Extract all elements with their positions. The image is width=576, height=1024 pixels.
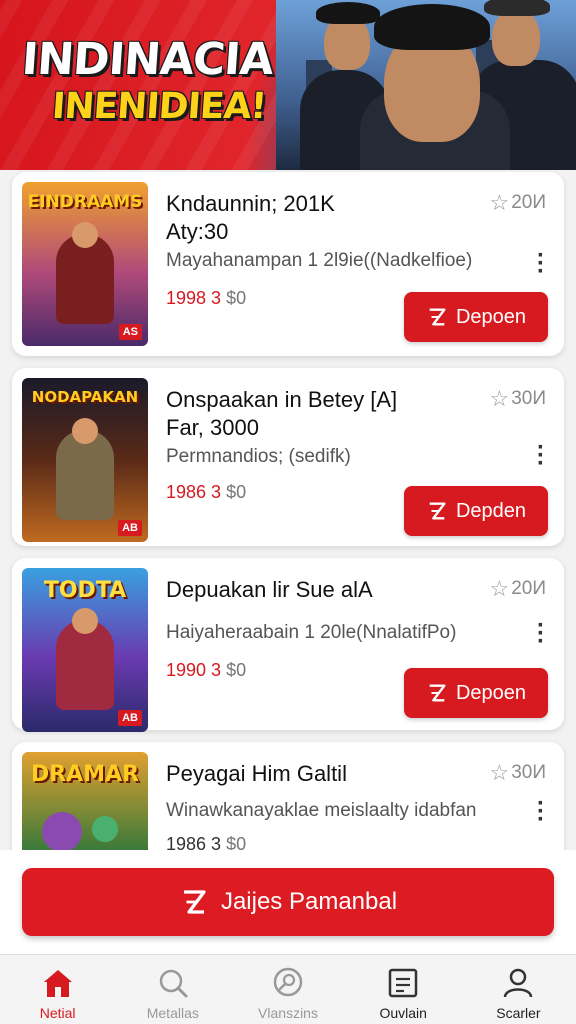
star-icon: ☆ xyxy=(489,386,510,411)
tab-label: Metallas xyxy=(146,1005,199,1021)
price: 1998 3 $0 xyxy=(166,288,246,309)
brand-logo-icon xyxy=(429,308,446,326)
banner-title: INDINACIA xyxy=(20,34,275,85)
price-gray: $0 xyxy=(226,834,247,850)
deposit-button[interactable]: Depoen xyxy=(404,292,548,342)
age-rating-badge: AB xyxy=(118,520,142,536)
bottom-tab-bar: Netial Metallas Vlanszins Ouvlain Scarle… xyxy=(0,954,576,1024)
price-red: 1998 3 xyxy=(166,288,222,308)
tab-profile[interactable]: Scarler xyxy=(461,955,576,1024)
price: 1990 3 $0 xyxy=(166,660,246,681)
age-rating-badge: AB xyxy=(118,710,142,726)
deposit-button[interactable]: Depoen xyxy=(404,668,548,718)
game-card[interactable]: DRAMAR Peyagai Him Galtil ☆ 30И Winawkan… xyxy=(12,742,564,850)
tab-label: Scarler xyxy=(496,1005,541,1021)
deposit-button[interactable]: Depden xyxy=(404,486,548,536)
star-icon: ☆ xyxy=(489,760,510,785)
thumbnail-title: TODTA xyxy=(43,578,127,603)
game-thumbnail[interactable]: DRAMAR xyxy=(22,752,148,850)
search-icon xyxy=(159,969,188,998)
price-red: 1990 3 xyxy=(166,660,222,680)
price-gray: $0 xyxy=(226,482,247,502)
price: 1986 3 $0 xyxy=(166,834,246,850)
promo-banner[interactable]: INDINACIA INENIDIEA! xyxy=(0,0,576,170)
rating: ☆ 30И xyxy=(489,760,546,786)
game-card[interactable]: EINDRAAMS AS Kndaunnin; 201K Aty:30 ☆ 20… xyxy=(12,172,564,356)
brand-logo-icon xyxy=(429,684,446,702)
thumbnail-title: EINDRAAMS xyxy=(27,192,143,212)
game-card[interactable]: NODAPAKAN AB Onspaakan in Betey [A] Far,… xyxy=(12,368,564,546)
game-subtitle: Mayahanampan 1 2l9ie((Nadkelfioe) xyxy=(166,250,473,271)
primary-action-button[interactable]: Jaijes Pamanbal xyxy=(22,868,554,936)
game-title: Kndaunnin; 201K Aty:30 xyxy=(166,191,335,244)
chat-search-icon xyxy=(273,967,303,997)
more-options-icon[interactable]: · · · xyxy=(536,244,546,284)
game-list[interactable]: EINDRAAMS AS Kndaunnin; 201K Aty:30 ☆ 20… xyxy=(0,170,576,850)
tab-orders[interactable]: Ouvlain xyxy=(346,955,461,1024)
rating-value: 30И xyxy=(511,388,546,409)
game-title: Peyagai Him Galtil xyxy=(166,761,347,786)
tab-home[interactable]: Netial xyxy=(0,955,115,1024)
tab-messages[interactable]: Vlanszins xyxy=(230,955,345,1024)
price-red: 1986 3 xyxy=(166,834,222,850)
game-thumbnail[interactable]: EINDRAAMS AS xyxy=(22,182,148,346)
rating: ☆ 20И xyxy=(489,190,546,216)
game-thumbnail[interactable]: TODTA AB xyxy=(22,568,148,732)
more-options-icon[interactable]: · · · xyxy=(536,436,546,476)
tab-label: Vlanszins xyxy=(258,1005,318,1021)
banner-character-right xyxy=(492,8,540,66)
document-icon xyxy=(388,968,418,998)
tab-label: Netial xyxy=(39,1005,76,1021)
bottom-action-area: Jaijes Pamanbal xyxy=(0,850,576,954)
rating-value: 20И xyxy=(511,578,546,599)
banner-subtitle: INENIDIEA! xyxy=(50,86,268,127)
game-card[interactable]: TODTA AB Depuakan lir Sue alA ☆ 20И Haiy… xyxy=(12,558,564,732)
game-subtitle: Haiyaheraabain 1 20le(NnalatifPo) xyxy=(166,622,457,643)
primary-action-label: Jaijes Pamanbal xyxy=(220,888,398,915)
price-gray: $0 xyxy=(226,660,247,680)
rating: ☆ 30И xyxy=(489,386,546,412)
more-options-icon[interactable]: · · · xyxy=(536,792,546,832)
rating-value: 20И xyxy=(511,192,546,213)
price-red: 1986 3 xyxy=(166,482,222,502)
rating-value: 30И xyxy=(511,762,546,783)
brand-logo-icon xyxy=(183,890,206,914)
game-thumbnail[interactable]: NODAPAKAN AB xyxy=(22,378,148,542)
age-rating-badge: AS xyxy=(118,324,142,340)
tab-label: Ouvlain xyxy=(379,1005,427,1021)
star-icon: ☆ xyxy=(489,190,510,215)
rating: ☆ 20И xyxy=(489,576,546,602)
more-options-icon[interactable]: · · · xyxy=(536,614,546,654)
game-subtitle: Winawkanayaklae meislaalty idabfan xyxy=(166,800,477,821)
deposit-button-label: Depoen xyxy=(455,305,527,328)
deposit-button-label: Depoen xyxy=(455,681,527,704)
game-title: Depuakan lir Sue alA xyxy=(166,577,373,602)
thumbnail-title: DRAMAR xyxy=(30,762,140,787)
profile-icon xyxy=(504,968,533,998)
price-gray: $0 xyxy=(226,288,247,308)
tab-search[interactable]: Metallas xyxy=(115,955,230,1024)
price: 1986 3 $0 xyxy=(166,482,246,503)
home-icon xyxy=(43,970,72,997)
game-subtitle: Permnandios; (sedifk) xyxy=(166,446,351,467)
game-title: Onspaakan in Betey [A] Far, 3000 xyxy=(166,387,398,440)
thumbnail-title: NODAPAKAN xyxy=(31,388,139,406)
brand-logo-icon xyxy=(429,502,446,520)
deposit-button-label: Depden xyxy=(455,499,527,522)
star-icon: ☆ xyxy=(489,576,510,601)
